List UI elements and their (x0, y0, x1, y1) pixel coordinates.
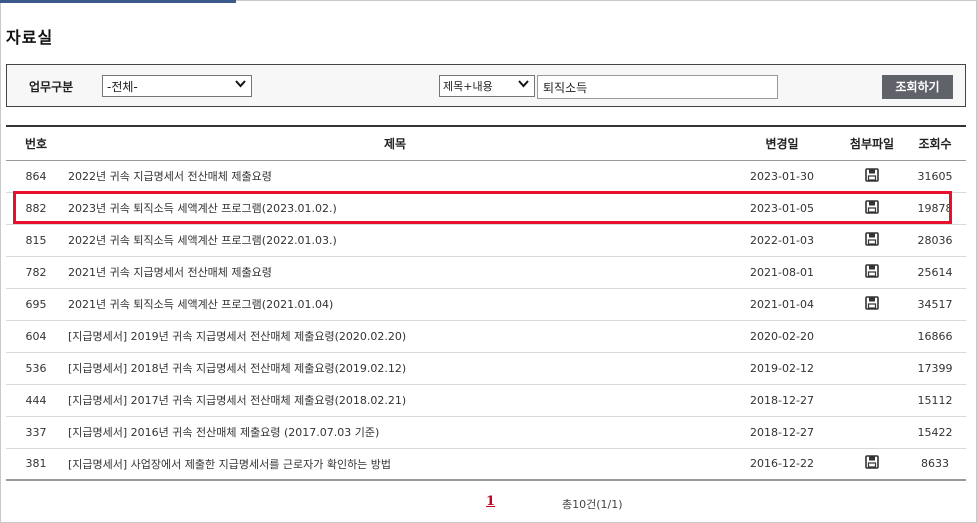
row-views: 8633 (904, 448, 966, 481)
row-title-link[interactable]: [지급명세서] 2019년 귀속 지급명세서 전산매체 제출요령(2020.02… (66, 320, 724, 353)
floppy-disk-icon[interactable] (865, 167, 879, 185)
row-title-link[interactable]: 2021년 귀속 퇴직소득 세액계산 프로그램(2021.01.04) (66, 288, 724, 321)
row-attachment (840, 224, 904, 257)
row-title-link[interactable]: 2022년 귀속 퇴직소득 세액계산 프로그램(2022.01.03.) (66, 224, 724, 257)
row-title-link[interactable]: [지급명세서] 사업장에서 제출한 지급명세서를 근로자가 확인하는 방법 (66, 448, 724, 481)
floppy-disk-icon[interactable] (865, 199, 879, 217)
row-no: 337 (6, 416, 66, 449)
row-attachment (840, 416, 904, 449)
row-attachment (840, 160, 904, 193)
row-date: 2022-01-03 (724, 224, 840, 257)
row-date: 2023-01-30 (724, 160, 840, 193)
row-views: 15112 (904, 384, 966, 417)
row-date: 2021-08-01 (724, 256, 840, 289)
search-panel: 업무구분 -전체- 제목+내용 퇴직소득 조회하기 (6, 64, 966, 107)
chevron-down-icon (235, 80, 246, 91)
row-attachment (840, 320, 904, 353)
category-select-value: -전체- (107, 80, 138, 94)
category-label: 업무구분 (29, 80, 74, 94)
row-no: 381 (6, 448, 66, 481)
row-no: 815 (6, 224, 66, 257)
floppy-disk-icon[interactable] (865, 295, 879, 313)
floppy-disk-icon[interactable] (865, 231, 879, 249)
floppy-disk-icon[interactable] (865, 263, 879, 281)
row-views: 25614 (904, 256, 966, 289)
row-no: 536 (6, 352, 66, 385)
search-button[interactable]: 조회하기 (882, 75, 953, 99)
table-row: 536 [지급명세서] 2018년 귀속 지급명세서 전산매체 제출요령(2019… (6, 352, 966, 385)
row-views: 15422 (904, 416, 966, 449)
table-row: 604 [지급명세서] 2019년 귀속 지급명세서 전산매체 제출요령(2020… (6, 320, 966, 353)
header-date: 변경일 (724, 125, 840, 161)
row-date: 2018-12-27 (724, 416, 840, 449)
table-row: 882 2023년 귀속 퇴직소득 세액계산 프로그램(2023.01.02.) 2… (6, 192, 966, 225)
row-no: 695 (6, 288, 66, 321)
row-attachment (840, 288, 904, 321)
header-views: 조회수 (904, 125, 966, 161)
search-field-select[interactable]: 제목+내용 (439, 75, 535, 97)
header-title: 제목 (66, 125, 724, 161)
row-no: 604 (6, 320, 66, 353)
board-table: 번호 제목 변경일 첨부파일 조회수 864 2022년 귀속 지급명세서 전산매… (6, 125, 966, 481)
row-no: 882 (6, 192, 66, 225)
row-attachment (840, 448, 904, 481)
category-select[interactable]: -전체- (102, 75, 252, 97)
table-header-row: 번호 제목 변경일 첨부파일 조회수 (6, 125, 966, 161)
row-date: 2016-12-22 (724, 448, 840, 481)
table-row: 695 2021년 귀속 퇴직소득 세액계산 프로그램(2021.01.04) 20… (6, 288, 966, 321)
page-title: 자료실 (6, 28, 54, 47)
row-attachment (840, 256, 904, 289)
table-row: 444 [지급명세서] 2017년 귀속 지급명세서 전산매체 제출요령(2018… (6, 384, 966, 417)
row-attachment (840, 352, 904, 385)
row-views: 16866 (904, 320, 966, 353)
row-date: 2021-01-04 (724, 288, 840, 321)
row-no: 864 (6, 160, 66, 193)
row-title-link[interactable]: 2023년 귀속 퇴직소득 세액계산 프로그램(2023.01.02.) (66, 192, 724, 225)
row-attachment (840, 192, 904, 225)
row-title-link[interactable]: 2022년 귀속 지급명세서 전산매체 제출요령 (66, 160, 724, 193)
table-row: 864 2022년 귀속 지급명세서 전산매체 제출요령 2023-01-30 316… (6, 160, 966, 193)
row-date: 2023-01-05 (724, 192, 840, 225)
row-title-link[interactable]: 2021년 귀속 지급명세서 전산매체 제출요령 (66, 256, 724, 289)
row-views: 19878 (904, 192, 966, 225)
row-title-link[interactable]: [지급명세서] 2017년 귀속 지급명세서 전산매체 제출요령(2018.02… (66, 384, 724, 417)
row-attachment (840, 384, 904, 417)
search-field-select-value: 제목+내용 (443, 80, 493, 93)
table-row: 782 2021년 귀속 지급명세서 전산매체 제출요령 2021-08-01 256… (6, 256, 966, 289)
search-input[interactable]: 퇴직소득 (537, 75, 778, 99)
page-link-current[interactable]: 1 (486, 494, 495, 509)
row-views: 28036 (904, 224, 966, 257)
row-title-link[interactable]: [지급명세서] 2016년 귀속 전산매체 제출요령 (2017.07.03 기… (66, 416, 724, 449)
chevron-down-icon (518, 80, 529, 91)
row-views: 31605 (904, 160, 966, 193)
table-row: 381 [지급명세서] 사업장에서 제출한 지급명세서를 근로자가 확인하는 방법… (6, 448, 966, 481)
row-views: 34517 (904, 288, 966, 321)
pagination: 1 총10건(1/1) (0, 494, 977, 514)
row-no: 444 (6, 384, 66, 417)
header-attachment: 첨부파일 (840, 125, 904, 161)
top-accent-bar (0, 0, 236, 3)
header-no: 번호 (6, 125, 66, 161)
total-count: 총10건(1/1) (562, 498, 623, 511)
floppy-disk-icon[interactable] (865, 455, 879, 472)
top-border-line (236, 0, 977, 1)
row-date: 2020-02-20 (724, 320, 840, 353)
row-date: 2018-12-27 (724, 384, 840, 417)
row-views: 17399 (904, 352, 966, 385)
table-row: 337 [지급명세서] 2016년 귀속 전산매체 제출요령 (2017.07.0… (6, 416, 966, 449)
row-title-link[interactable]: [지급명세서] 2018년 귀속 지급명세서 전산매체 제출요령(2019.02… (66, 352, 724, 385)
table-row: 815 2022년 귀속 퇴직소득 세액계산 프로그램(2022.01.03.) 2… (6, 224, 966, 257)
row-date: 2019-02-12 (724, 352, 840, 385)
row-no: 782 (6, 256, 66, 289)
